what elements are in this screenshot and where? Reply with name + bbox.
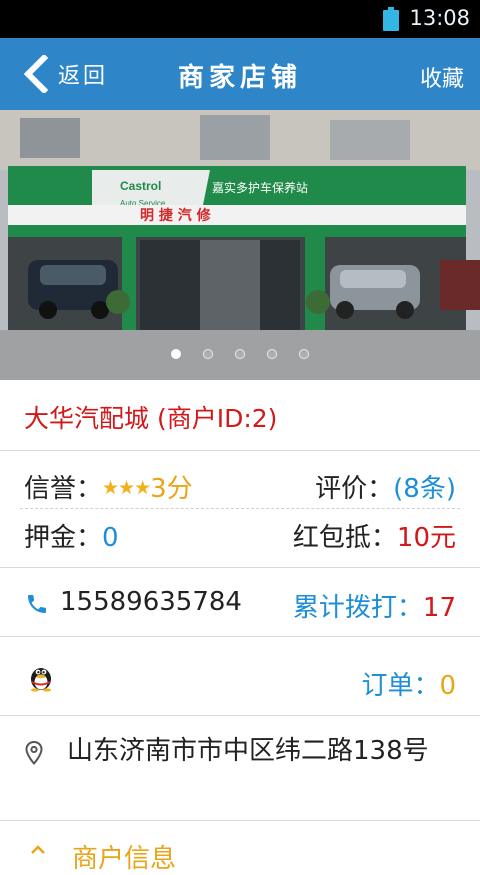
battery-icon: [383, 7, 399, 31]
status-time: 13:08: [409, 6, 470, 30]
orders-label: 订单：: [361, 671, 440, 701]
credit-label: 信誉：: [24, 474, 103, 504]
calls-label: 累计拨打：: [292, 593, 423, 623]
orders-row: 订单：0: [361, 665, 456, 702]
phone-number[interactable]: 15589635784: [60, 587, 242, 617]
divider: [0, 567, 480, 568]
app-bar: 返回 商家店铺 收藏: [0, 38, 480, 110]
divider: [0, 715, 480, 716]
sign-text: 嘉实多护车保养站: [212, 180, 308, 195]
store-photo: Castrol Auto Service 嘉实多护车保养站 明 捷 汽 修: [0, 110, 480, 380]
store-photo-carousel[interactable]: Castrol Auto Service 嘉实多护车保养站 明 捷 汽 修: [0, 110, 480, 380]
divider: [0, 636, 480, 637]
calls-row: 累计拨打：17: [293, 587, 456, 624]
rating-label: 评价：: [315, 474, 394, 504]
carousel-dot[interactable]: [235, 349, 245, 359]
qq-penguin-icon[interactable]: [27, 662, 55, 692]
store-address: 山东济南市市中区纬二路138号: [67, 736, 429, 766]
page-title: 商家店铺: [177, 63, 302, 93]
carousel-dot[interactable]: [171, 349, 181, 359]
credit-row: 信誉：★★★3分: [24, 468, 193, 505]
shop-sign: 明 捷 汽 修: [140, 207, 212, 224]
sign-brand: Castrol: [120, 179, 161, 193]
favorite-button[interactable]: 收藏: [420, 61, 464, 93]
deposit-label: 押金：: [24, 523, 103, 553]
status-bar: 13:08: [0, 0, 480, 38]
phone-icon[interactable]: [25, 592, 49, 616]
divider-dashed: [20, 508, 460, 509]
location-pin-icon: [25, 740, 43, 766]
carousel-dot[interactable]: [299, 349, 309, 359]
redpacket-label: 红包抵：: [292, 523, 397, 553]
credit-stars: ★★★: [102, 477, 151, 499]
rating-count[interactable]: (8条): [393, 474, 456, 504]
carousel-dot[interactable]: [203, 349, 213, 359]
section-title-merchant-info[interactable]: 商户信息: [72, 838, 176, 875]
deposit-row: 押金：0: [24, 517, 119, 554]
carousel-indicator[interactable]: [0, 349, 480, 359]
deposit-value: 0: [102, 523, 119, 553]
chevron-up-icon[interactable]: [30, 844, 46, 854]
orders-value: 0: [439, 671, 456, 701]
credit-score: 3分: [150, 474, 193, 504]
divider: [0, 820, 480, 821]
carousel-dot[interactable]: [267, 349, 277, 359]
divider: [0, 450, 480, 451]
rating-row[interactable]: 评价：(8条): [315, 468, 456, 505]
redpacket-value: 10元: [396, 523, 456, 553]
redpacket-row: 红包抵：10元: [293, 517, 456, 554]
store-name: 大华汽配城 (商户ID:2): [24, 404, 278, 433]
calls-value: 17: [422, 593, 456, 623]
